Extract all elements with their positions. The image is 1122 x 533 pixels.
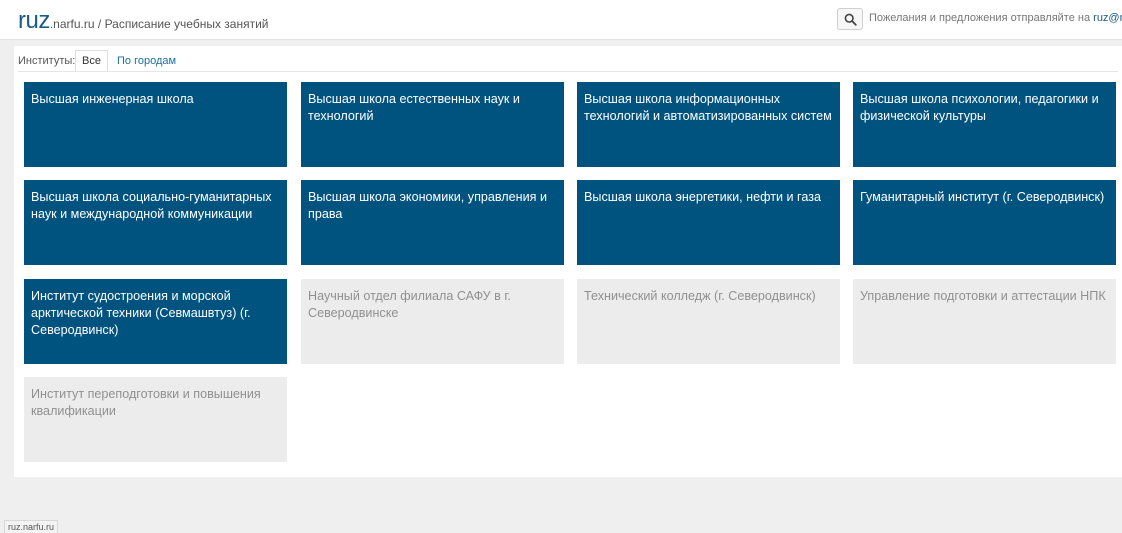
institute-tile[interactable]: Институт судостроения и морской арктичес…	[24, 279, 287, 364]
brand-logo[interactable]: ruz	[18, 7, 50, 34]
institute-tile[interactable]: Высшая школа естественных наук и техноло…	[301, 82, 564, 167]
institute-tile[interactable]: Управление подготовки и аттестации НПК	[853, 279, 1116, 364]
institute-name: Высшая школа естественных наук и техноло…	[308, 92, 520, 123]
institute-name: Высшая инженерная школа	[31, 92, 194, 106]
institute-tile[interactable]: Высшая школа социально-гуманитарных наук…	[24, 180, 287, 265]
institute-tile[interactable]: Институт переподготовки и повышения квал…	[24, 377, 287, 462]
institute-tile[interactable]: Научный отдел филиала САФУ в г. Северодв…	[301, 279, 564, 364]
institute-name: Высшая школа экономики, управления и пра…	[308, 190, 548, 221]
institute-name: Высшая школа энергетики, нефти и газа	[584, 190, 821, 204]
institute-tile[interactable]: Высшая школа энергетики, нефти и газа	[577, 180, 840, 265]
institute-tile[interactable]: Высшая инженерная школа	[24, 82, 287, 167]
institute-tile[interactable]: Высшая школа психологии, педагогики и фи…	[853, 82, 1116, 167]
institutes-panel: Институты: Все По городам Высшая инженер…	[14, 46, 1122, 477]
institute-name: Высшая школа психологии, педагогики и фи…	[860, 92, 1099, 123]
tab-by-cities[interactable]: По городам	[110, 50, 183, 72]
institute-name: Институт судостроения и морской арктичес…	[31, 289, 251, 337]
institute-name: Высшая школа социально-гуманитарных наук…	[31, 190, 272, 221]
search-icon	[844, 13, 857, 26]
brand[interactable]: ruz.narfu.ru / Расписание учебных заняти…	[18, 7, 269, 34]
filters-label: Институты:	[18, 55, 76, 67]
status-bar-url: ruz.narfu.ru	[4, 520, 59, 533]
institute-tile[interactable]: Технический колледж (г. Северодвинск)	[577, 279, 840, 364]
institute-tile[interactable]: Высшая школа информационных технологий и…	[577, 82, 840, 167]
institute-name: Научный отдел филиала САФУ в г. Северодв…	[308, 289, 511, 320]
feedback-email-link[interactable]: ruz@narfu.ru	[1093, 12, 1122, 24]
breadcrumb-separator: /	[94, 17, 105, 31]
institute-tile[interactable]: Высшая школа экономики, управления и пра…	[301, 180, 564, 265]
institute-name: Технический колледж (г. Северодвинск)	[584, 289, 816, 303]
tab-all[interactable]: Все	[75, 50, 108, 72]
search-button[interactable]	[837, 8, 863, 30]
institute-tile[interactable]: Гуманитарный институт (г. Северодвинск)	[853, 180, 1116, 265]
tabs-divider	[18, 71, 1118, 72]
institute-name: Управление подготовки и аттестации НПК	[860, 289, 1106, 303]
page-title: Расписание учебных занятий	[104, 17, 269, 31]
feedback-text: Пожелания и предложения отправляйте на	[869, 12, 1094, 24]
top-navbar: ruz.narfu.ru / Расписание учебных заняти…	[0, 0, 1122, 40]
feedback-note: Пожелания и предложения отправляйте на r…	[869, 12, 1122, 24]
institute-name: Высшая школа информационных технологий и…	[584, 92, 832, 123]
institute-name: Институт переподготовки и повышения квал…	[31, 387, 261, 418]
brand-domain[interactable]: .narfu.ru	[50, 17, 95, 31]
institute-name: Гуманитарный институт (г. Северодвинск)	[860, 190, 1105, 204]
